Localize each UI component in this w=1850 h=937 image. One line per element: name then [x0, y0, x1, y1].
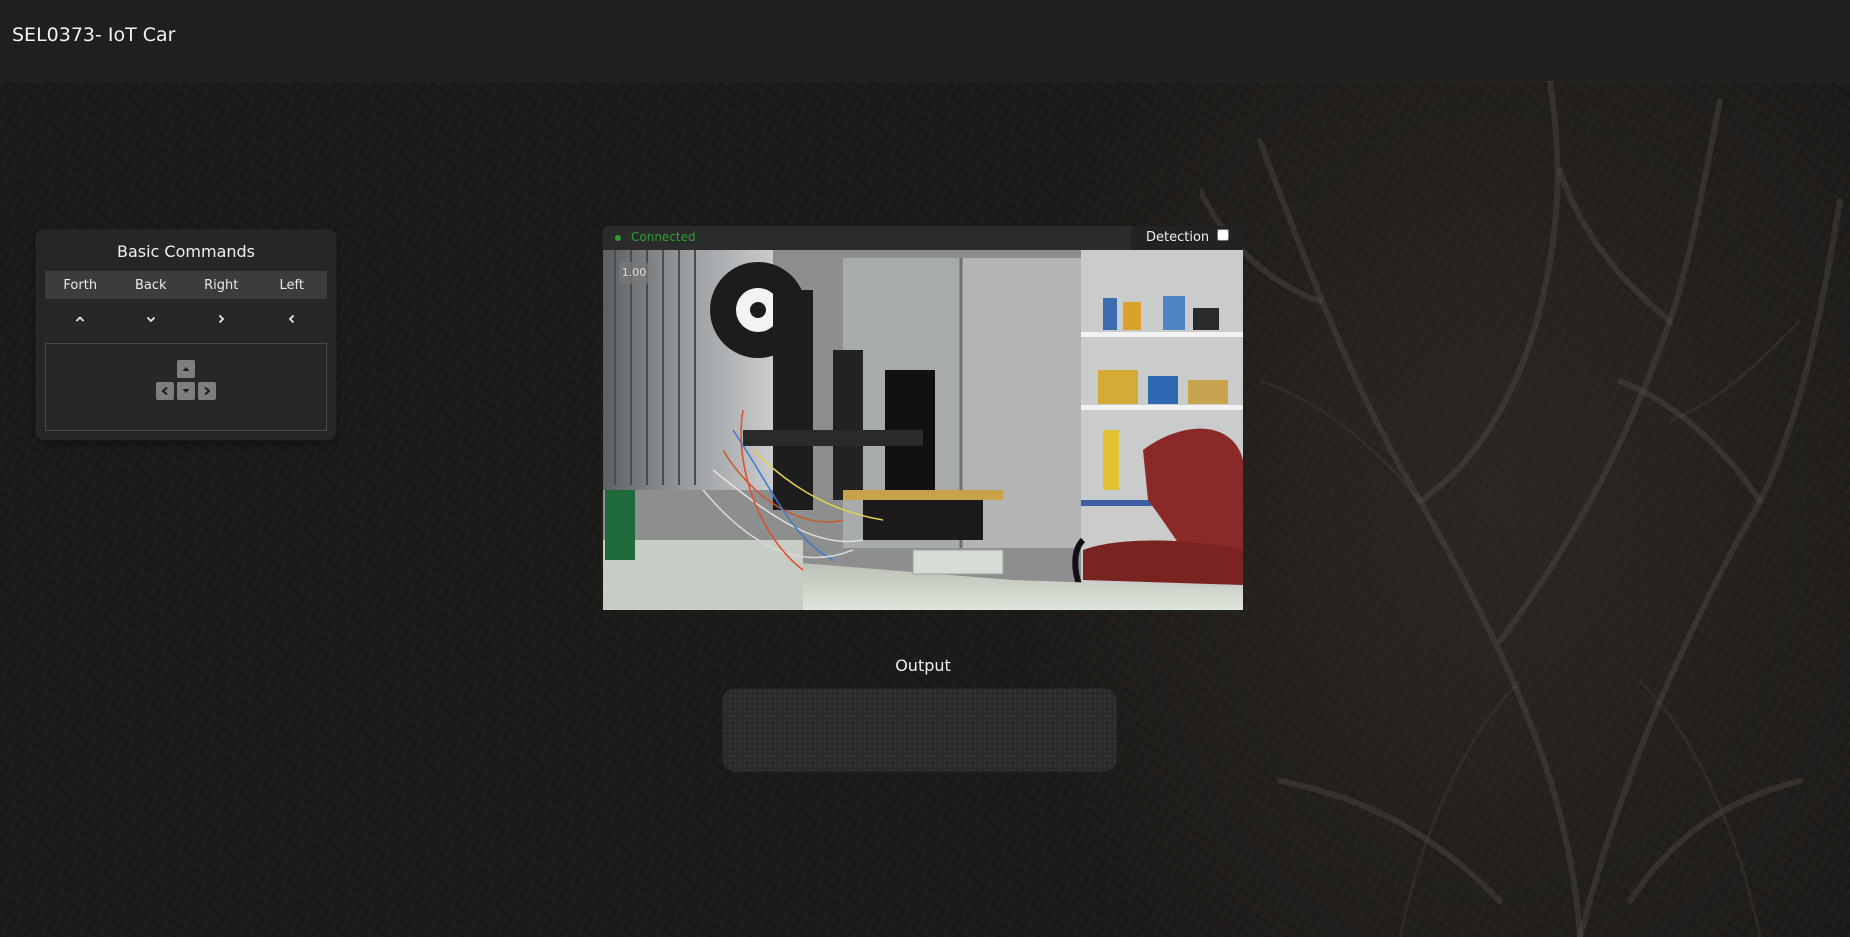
detection-toggle: Detection [1131, 226, 1243, 250]
commands-header-row: Forth Back Right Left [45, 271, 327, 299]
caret-down-icon [182, 389, 190, 393]
connection-status-dot [615, 235, 621, 241]
output-label: Output [895, 656, 951, 675]
commands-key-row [45, 299, 327, 344]
pad-down-button[interactable] [177, 382, 195, 400]
video-panel: Connected Detection 1.00 [603, 226, 1243, 610]
column-header-right: Right [186, 271, 257, 299]
caret-up-icon [182, 367, 190, 371]
panel-title: Basic Commands [116, 242, 255, 261]
connection-status: Connected [631, 230, 696, 244]
top-bar: SEL0373- IoT Car [0, 0, 1850, 81]
direction-pad [45, 344, 327, 431]
commands-table: Forth Back Right Left [45, 271, 327, 344]
output-box [723, 689, 1116, 771]
camera-feed: 1.00 [603, 250, 1243, 610]
chevron-down-icon [146, 316, 155, 323]
back-key-cell [115, 299, 186, 344]
app-title: SEL0373- IoT Car [12, 24, 176, 46]
caret-left-icon [161, 386, 168, 396]
chevron-up-icon [76, 316, 85, 322]
pad-left-button[interactable] [156, 382, 174, 400]
pad-up-button[interactable] [177, 360, 195, 378]
column-header-left: Left [256, 271, 327, 299]
left-key-cell [256, 299, 327, 344]
column-header-forth: Forth [45, 271, 116, 299]
chevron-left-icon [288, 314, 294, 324]
detection-label: Detection [1146, 230, 1210, 245]
background-tree-decoration [1200, 81, 1843, 937]
pad-right-button[interactable] [198, 382, 216, 400]
video-header: Connected Detection [603, 226, 1243, 250]
basic-commands-panel: Basic Commands Forth Back Right Left [36, 230, 336, 440]
chevron-right-icon [219, 314, 225, 324]
detection-checkbox[interactable] [1217, 229, 1229, 241]
column-header-back: Back [115, 271, 186, 299]
camera-frame-image [603, 250, 1243, 610]
forth-key-cell [45, 299, 116, 344]
right-key-cell [186, 299, 257, 344]
caret-right-icon [204, 386, 211, 396]
fps-badge: 1.00 [619, 262, 649, 284]
